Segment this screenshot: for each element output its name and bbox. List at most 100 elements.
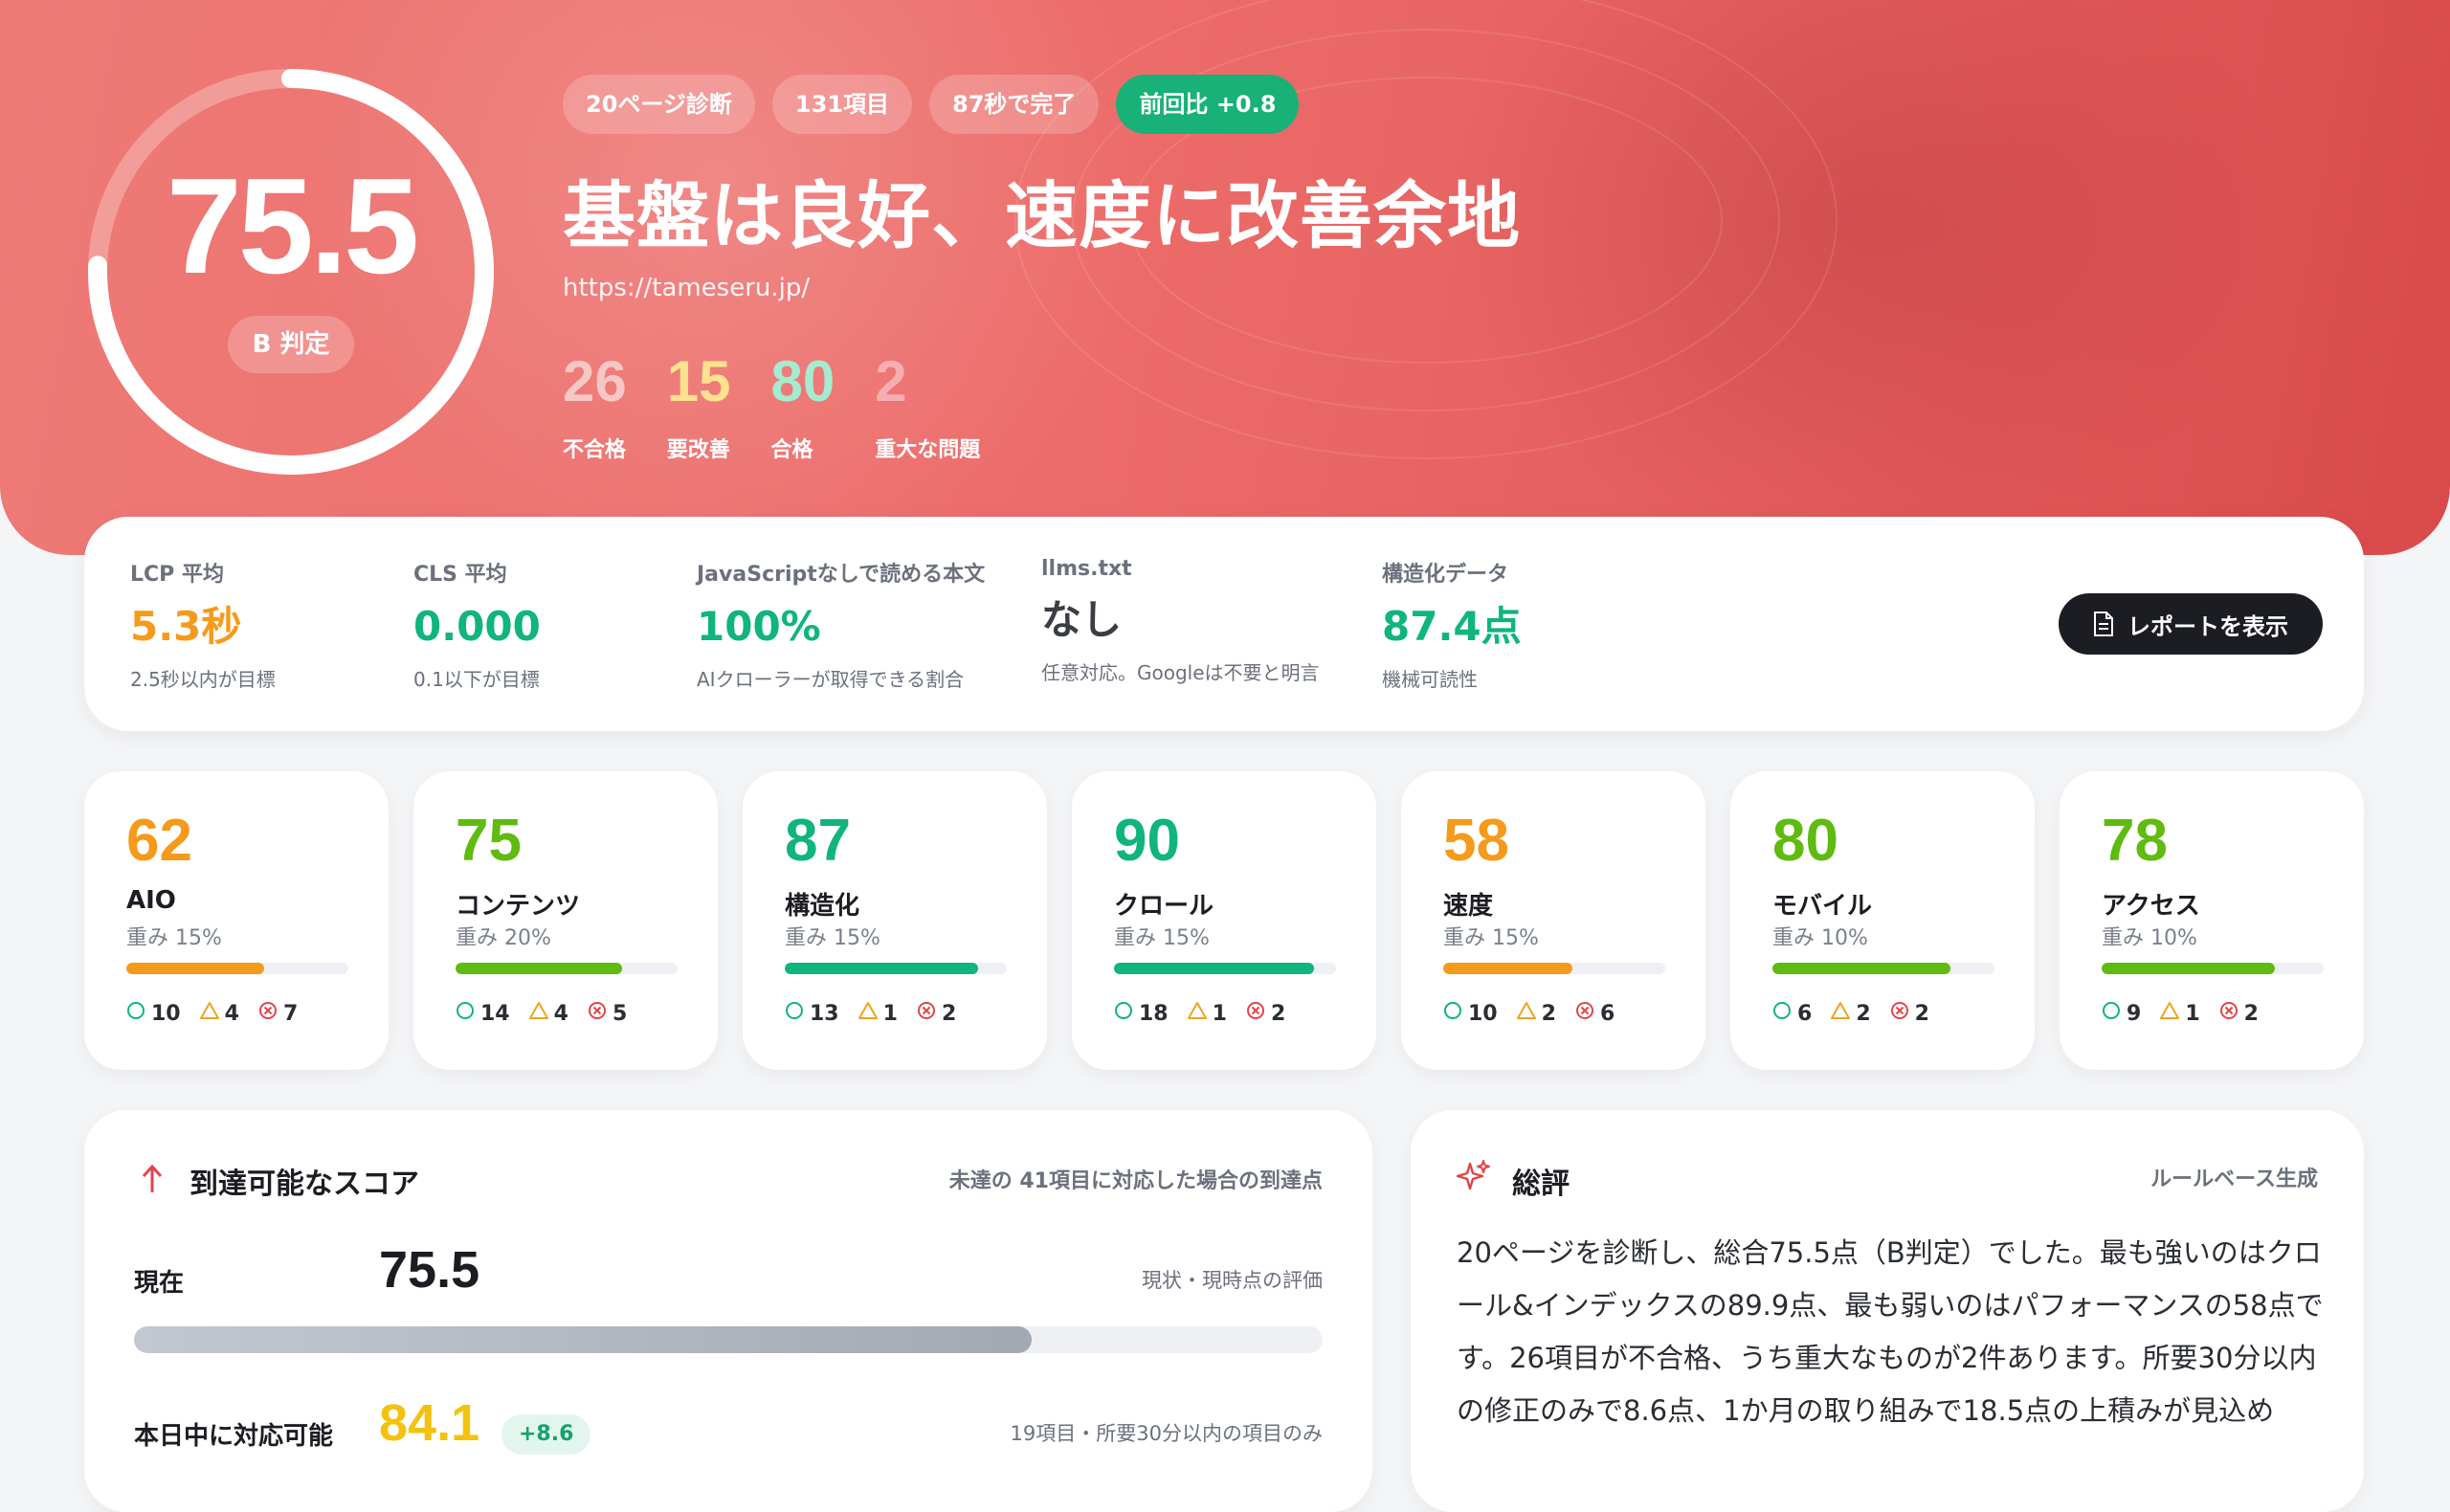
fail-value: 6 xyxy=(1599,1001,1615,1026)
count-label: 不合格 xyxy=(563,438,627,462)
metric-label: llms.txt xyxy=(1041,557,1132,581)
warn-count: 1 xyxy=(858,1001,898,1026)
warn-count: 4 xyxy=(528,1001,568,1026)
metric-value: 100% xyxy=(697,603,821,650)
category-card[interactable]: 62 AIO 重み 15% 10 4 7 xyxy=(84,771,389,1070)
pass-icon xyxy=(126,1001,145,1026)
pass-count: 9 xyxy=(2102,1001,2141,1026)
metric-sub: 0.1以下が目標 xyxy=(413,668,540,691)
reachable-score-panel: 到達可能なスコア 未達の 41項目に対応した場合の到達点 現在 75.5 現状・… xyxy=(84,1110,1372,1512)
warning-icon xyxy=(858,1001,878,1026)
count-value: 2 xyxy=(875,349,907,413)
count-value: 15 xyxy=(666,349,731,413)
metric-value: なし xyxy=(1041,596,1123,643)
fail-count: 6 xyxy=(1575,1001,1615,1026)
metric-structured-data: 構造化データ 87.4点 機械可読性 xyxy=(1382,557,1522,692)
score-gauge: 75.5 B 判定 xyxy=(82,63,500,480)
site-url[interactable]: https://tameseru.jp/ xyxy=(563,274,810,302)
count-label: 重大な問題 xyxy=(875,438,981,462)
category-weight: 重み 10% xyxy=(2102,926,2197,950)
count-label: 合格 xyxy=(770,438,813,462)
metric-label: CLS 平均 xyxy=(413,563,507,587)
current-note: 現状・現時点の評価 xyxy=(1142,1269,1323,1292)
fail-count: 5 xyxy=(588,1001,627,1026)
category-card[interactable]: 90 クロール 重み 15% 18 1 2 xyxy=(1072,771,1376,1070)
fail-value: 2 xyxy=(941,1001,957,1026)
warn-value: 1 xyxy=(2185,1001,2200,1026)
warning-icon xyxy=(1831,1001,1851,1026)
summary-note: ルールベース生成 xyxy=(2150,1167,2318,1191)
reachable-note: 未達の 41項目に対応した場合の到達点 xyxy=(948,1169,1323,1193)
category-progress xyxy=(456,963,678,974)
items-chip: 131項目 xyxy=(771,75,913,134)
pass-icon xyxy=(785,1001,804,1026)
pass-value: 13 xyxy=(810,1001,839,1026)
category-weight: 重み 20% xyxy=(456,926,551,950)
fail-count: 2 xyxy=(917,1001,956,1026)
summary-title: 総評 xyxy=(1512,1167,1570,1201)
category-progress xyxy=(126,963,348,974)
metric-label: LCP 平均 xyxy=(130,563,224,587)
metric-no-js: JavaScriptなしで読める本文 100% AIクローラーが取得できる割合 xyxy=(697,557,985,692)
category-stats: 9 1 2 xyxy=(2102,1001,2259,1026)
category-card[interactable]: 80 モバイル 重み 10% 6 2 2 xyxy=(1730,771,2035,1070)
current-progress xyxy=(134,1326,1323,1353)
sparkle-icon xyxy=(1456,1160,1490,1190)
metric-label: JavaScriptなしで読める本文 xyxy=(697,563,986,587)
pass-count: 6 xyxy=(1772,1001,1812,1026)
count-critical: 2 重大な問題 xyxy=(875,348,980,463)
category-weight: 重み 10% xyxy=(1772,926,1868,950)
category-stats: 18 1 2 xyxy=(1114,1001,1285,1026)
pass-value: 14 xyxy=(480,1001,510,1026)
warning-icon xyxy=(2160,1001,2180,1026)
metric-value: 5.3秒 xyxy=(130,603,242,650)
pass-value: 18 xyxy=(1139,1001,1169,1026)
show-report-button[interactable]: レポートを表示 xyxy=(2059,593,2323,655)
category-name: モバイル xyxy=(1772,892,1873,921)
warning-icon xyxy=(1187,1001,1207,1026)
pass-icon xyxy=(1114,1001,1133,1026)
category-progress xyxy=(785,963,1007,974)
pass-value: 6 xyxy=(1797,1001,1813,1026)
pass-icon xyxy=(1772,1001,1792,1026)
category-score: 80 xyxy=(1772,808,1838,874)
pass-count: 14 xyxy=(456,1001,510,1026)
category-stats: 10 2 6 xyxy=(1443,1001,1615,1026)
current-score: 75.5 xyxy=(379,1241,480,1299)
summary-panel: 総評 ルールベース生成 20ページを診断し、総合75.5点（B判定）でした。最も… xyxy=(1411,1110,2364,1512)
pass-icon xyxy=(456,1001,475,1026)
category-progress-fill xyxy=(2102,963,2275,974)
warn-value: 2 xyxy=(1856,1001,1871,1026)
category-name: コンテンツ xyxy=(456,892,581,921)
count-label: 要改善 xyxy=(666,438,730,462)
fail-icon xyxy=(917,1001,936,1026)
fail-icon xyxy=(1246,1001,1265,1026)
metric-cls: CLS 平均 0.000 0.1以下が目標 xyxy=(413,557,541,692)
category-card[interactable]: 75 コンテンツ 重み 20% 14 4 5 xyxy=(413,771,718,1070)
pass-value: 10 xyxy=(1468,1001,1498,1026)
fail-count: 7 xyxy=(258,1001,298,1026)
pass-value: 9 xyxy=(2127,1001,2142,1026)
pass-icon xyxy=(2102,1001,2121,1026)
category-card[interactable]: 78 アクセス 重み 10% 9 1 2 xyxy=(2060,771,2364,1070)
category-card[interactable]: 58 速度 重み 15% 10 2 6 xyxy=(1401,771,1705,1070)
category-stats: 10 4 7 xyxy=(126,1001,298,1026)
fail-icon xyxy=(588,1001,607,1026)
pass-icon xyxy=(1443,1001,1462,1026)
category-progress-fill xyxy=(1443,963,1572,974)
fail-value: 2 xyxy=(2243,1001,2259,1026)
fail-count: 2 xyxy=(1246,1001,1285,1026)
metrics-bar: LCP 平均 5.3秒 2.5秒以内が目標 CLS 平均 0.000 0.1以下… xyxy=(84,517,2364,731)
page-title: 基盤は良好、速度に改善余地 xyxy=(563,173,1521,258)
category-card[interactable]: 87 構造化 重み 15% 13 1 2 xyxy=(743,771,1047,1070)
category-weight: 重み 15% xyxy=(785,926,880,950)
fail-value: 2 xyxy=(1270,1001,1286,1026)
arrow-up-icon xyxy=(142,1164,163,1192)
fail-value: 7 xyxy=(282,1001,299,1026)
category-progress xyxy=(1443,963,1665,974)
fail-icon xyxy=(2219,1001,2238,1026)
warn-value: 1 xyxy=(1212,1001,1227,1026)
category-weight: 重み 15% xyxy=(1114,926,1210,950)
pass-count: 13 xyxy=(785,1001,839,1026)
current-progress-fill xyxy=(134,1326,1032,1353)
